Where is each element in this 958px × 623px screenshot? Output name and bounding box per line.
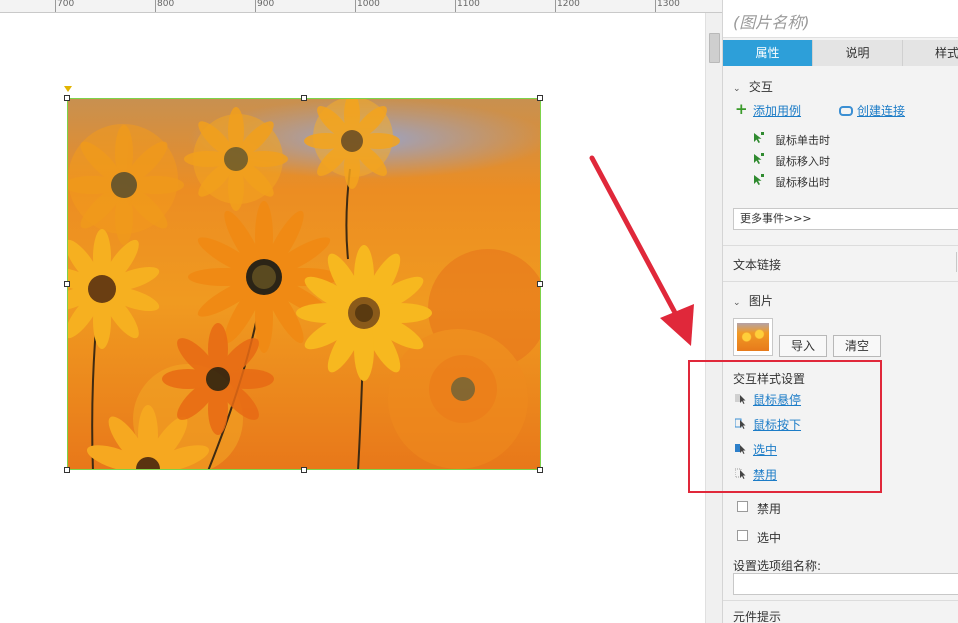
inspector-panel: (图片名称) 属性 说明 样式 ⌄ 交互 + 添加用例 创建连接 鼠标单击时 鼠… [722,0,958,623]
more-events-dropdown[interactable]: 更多事件>>> [733,208,958,230]
resize-handle-left[interactable] [64,281,70,287]
event-label: 鼠标移入时 [775,155,830,168]
ruler-label: 700 [57,0,75,9]
divider [723,245,958,246]
inspector-tabs: 属性 说明 样式 [723,40,958,66]
resize-handle-top[interactable] [301,95,307,101]
selected-checkbox[interactable] [737,530,748,541]
resize-handle-top-left[interactable] [64,95,70,101]
selected-checkbox-label: 选中 [757,531,782,545]
disabled-checkbox-label: 禁用 [757,502,782,516]
ruler-label: 900 [257,0,275,9]
disabled-checkbox[interactable] [737,501,748,512]
interaction-section-header[interactable]: ⌄ 交互 [733,78,773,95]
ruler-label: 800 [157,0,175,9]
widget-name-placeholder: (图片名称) [733,13,810,32]
divider [723,600,958,601]
event-label: 鼠标单击时 [775,134,830,147]
cursor-event-icon [754,174,764,185]
create-link-link[interactable]: 创建连接 [857,102,905,119]
anchor-marker-icon [64,86,72,92]
ruler-major-tick [155,0,156,12]
canvas-vertical-scrollbar[interactable] [705,13,722,623]
chevron-down-icon: ⌄ [733,298,741,308]
flower-photo [68,99,540,469]
option-group-input[interactable] [733,573,958,595]
text-link-label: 文本链接 [733,258,782,272]
tab-properties[interactable]: 属性 [723,40,813,66]
option-group-label: 设置选项组名称: [733,559,822,573]
chain-link-icon [839,106,853,116]
interaction-heading: 交互 [748,80,773,94]
image-thumbnail [733,318,773,356]
resize-handle-bottom[interactable] [301,467,307,473]
ruler-label: 1300 [657,0,680,9]
ruler-major-tick [555,0,556,12]
ruler-major-tick [355,0,356,12]
event-label: 鼠标移出时 [775,176,830,189]
image-thumbnail-preview [737,323,769,351]
scrollbar-thumb[interactable] [709,33,720,63]
resize-handle-bottom-right[interactable] [537,467,543,473]
image-heading: 图片 [748,294,773,308]
widget-name-field[interactable]: (图片名称) [723,0,958,38]
divider [723,281,958,282]
horizontal-ruler: 700 800 900 1000 1100 1200 1300 [0,0,722,13]
annotation-highlight-box [688,360,882,493]
tab-notes[interactable]: 说明 [813,40,903,66]
ruler-label: 1000 [357,0,380,9]
resize-handle-top-right[interactable] [537,95,543,101]
image-widget[interactable] [67,98,541,470]
plus-icon: + [735,100,748,118]
ruler-major-tick [455,0,456,12]
tab-style[interactable]: 样式 [903,40,958,66]
cursor-event-icon [754,132,764,143]
resize-handle-right[interactable] [537,281,543,287]
ruler-major-tick [255,0,256,12]
widget-tooltip-label: 元件提示 [733,610,782,623]
clear-button[interactable]: 清空 [833,335,881,357]
ruler-major-tick [55,0,56,12]
text-link-section[interactable]: 文本链接 [733,256,781,273]
ruler-label: 1200 [557,0,580,9]
image-section-header[interactable]: ⌄ 图片 [733,292,773,309]
ruler-major-tick [655,0,656,12]
chevron-down-icon: ⌄ [733,84,741,94]
cursor-event-icon [754,153,764,164]
add-case-link[interactable]: 添加用例 [753,102,801,119]
ruler-label: 1100 [457,0,480,9]
resize-handle-bottom-left[interactable] [64,467,70,473]
import-button[interactable]: 导入 [779,335,827,357]
